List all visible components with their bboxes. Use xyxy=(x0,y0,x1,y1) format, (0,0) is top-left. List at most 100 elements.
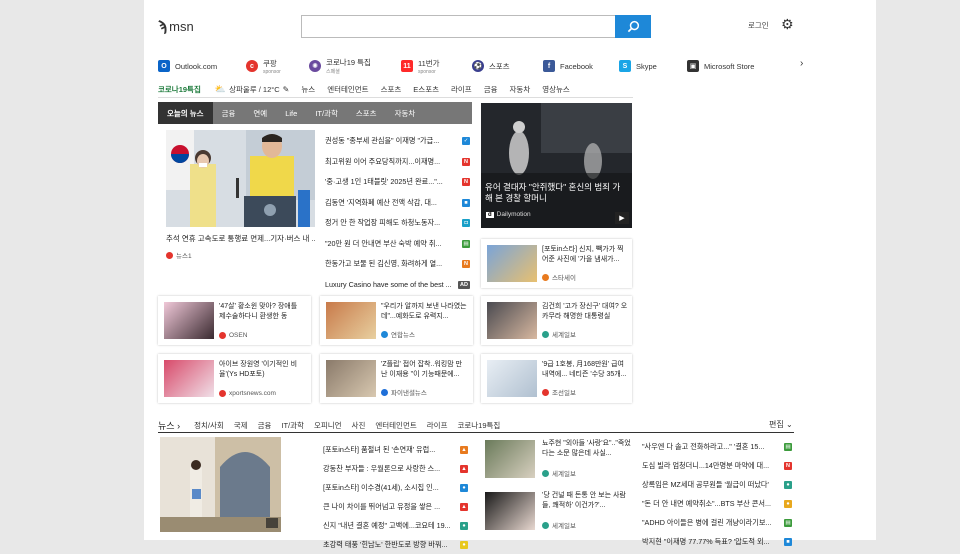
section-item-7[interactable]: 라이프 xyxy=(427,420,448,431)
press-briefing-photo xyxy=(166,130,315,227)
headline-row[interactable]: 권성동 "종부세 관심을" 이재명 "가급... ✓ xyxy=(325,131,470,152)
headline-row[interactable]: 한동가고 보물 된 김신영, 화려하게 열... N xyxy=(325,254,470,275)
headline-row[interactable]: [포토in스타] 이수경(41세), 소시집 인... ● xyxy=(323,478,468,497)
source-label: OSEN xyxy=(229,332,248,339)
nav-item-4[interactable]: 라이프 xyxy=(451,84,472,95)
quicklink-text: Microsoft Store xyxy=(704,62,754,71)
section-item-2[interactable]: 금융 xyxy=(258,420,272,431)
quicklink-5[interactable]: f Facebook xyxy=(543,60,593,72)
card-thumbnail xyxy=(326,302,376,339)
source-badge-icon: ✓ xyxy=(462,137,470,146)
quicklink-2[interactable]: ✺ 코로나19 특집 스페셜 xyxy=(309,57,371,75)
headline-row[interactable]: 큰 나이 차이를 뛰어넘고 유정을 쌓은 ... ▲ xyxy=(323,497,468,516)
quicklink-4[interactable]: ⚽ 스포츠 xyxy=(472,60,510,72)
hero-caption[interactable]: 추석 연휴 고속도로 통행료 면제...기자·버스 내 ... xyxy=(166,233,315,244)
headline-row[interactable]: 김동연 '지역화폐 예산 전액 삭감, 대... ■ xyxy=(325,193,470,214)
section-item-3[interactable]: IT/과학 xyxy=(281,420,304,431)
nav-item-3[interactable]: E스포츠 xyxy=(413,84,439,95)
search-icon xyxy=(627,20,639,33)
publisher-icon xyxy=(381,388,388,396)
headline-row[interactable]: "사우엔 다 솔고 전화하라고..." '결혼 15... ▤ xyxy=(642,437,792,456)
headline-row[interactable]: "20만 원 더 안내면 부산 숙박 예약 취... ▤ xyxy=(325,234,470,255)
quicklink-3[interactable]: 11 11번가 sponsor xyxy=(401,58,440,75)
topnav-items: 뉴스 엔터테인먼트 스포츠 E스포츠 라이프 금융 자동차 영상뉴스 xyxy=(301,84,581,95)
tab-0[interactable]: 오늘의 뉴스 xyxy=(158,102,213,124)
news-card[interactable]: 뇨주현 "외아들 '사랑'요".."죽었다는 소문 많은데 사실... 세계일보 xyxy=(482,437,632,485)
search-input[interactable] xyxy=(302,16,615,37)
covid-special-link[interactable]: 코로나19특집 xyxy=(158,84,201,95)
news-section-heading[interactable]: 뉴스 › xyxy=(158,419,180,432)
gear-icon[interactable]: ⚙ xyxy=(781,16,794,33)
tab-3[interactable]: Life xyxy=(276,102,306,124)
divider xyxy=(158,432,794,433)
card-title: 김건희 '고가 장신구' 대여? 오카무라 해명한 대통령실 xyxy=(542,303,628,320)
news-card[interactable]: 김건희 '고가 장신구' 대여? 오카무라 해명한 대통령실세계일보 xyxy=(481,296,632,345)
quicklink-0[interactable]: O Outlook.com xyxy=(158,60,217,72)
headline-row[interactable]: "ADHD 아이들은 병에 걸린 개냥이라기보... ▤ xyxy=(642,513,792,532)
section-item-4[interactable]: 오피니언 xyxy=(314,420,342,431)
dailymotion-icon: d xyxy=(486,211,494,218)
weather-widget[interactable]: ⛅ 상파울루 / 12°C ✎ xyxy=(215,84,290,95)
nav-item-0[interactable]: 뉴스 xyxy=(301,84,315,95)
news-card[interactable]: [포토in스타] 신지, 빽가가 찍어준 사진에 '가을 냄새가... 스타세이 xyxy=(481,239,632,288)
news-card[interactable]: "우리가 알까지 보낸 나라였는데"...예화도로 유력지... 연합뉴스 xyxy=(320,296,473,345)
tab-5[interactable]: 스포츠 xyxy=(347,102,386,124)
headline-row[interactable]: 강동찬 부자들 : 우월론으로 사랑한 스... ▲ xyxy=(323,459,468,478)
headline-row[interactable]: 상록임은 MZ세대 공무원들 '월급이 떠났다' ● xyxy=(642,475,792,494)
headline-list: 권성동 "종부세 관심을" 이재명 "가급... ✓ 최고위원 이어 주요당직까지.… xyxy=(325,131,470,295)
headline-row[interactable]: 신지 "내년 결혼 예정" 고백에...코요테 19... ● xyxy=(323,516,468,535)
tab-1[interactable]: 금융 xyxy=(213,102,245,124)
news-card[interactable]: 아이브 장원영 '이기적인 비율'(Ys HD포토) xportsnews.com xyxy=(158,354,311,403)
section-item-8[interactable]: 코로나19특집 xyxy=(457,420,500,431)
chevron-right-icon[interactable]: › xyxy=(800,58,803,69)
card-thumbnail xyxy=(164,360,214,397)
section-item-6[interactable]: 엔터테인먼트 xyxy=(375,420,416,431)
search-box[interactable] xyxy=(301,15,616,38)
news-card[interactable]: '당 건널 때 돈통 안 보는 사람들, 쾌적하' 이건가?'... 세계일보 xyxy=(482,489,632,537)
headline-row[interactable]: 도심 빌라 엄청더니...14만명분 마약에 대... N xyxy=(642,456,792,475)
nav-item-5[interactable]: 금융 xyxy=(484,84,498,95)
quicklink-sub: 스페셜 xyxy=(326,69,340,75)
video-source: d Dailymotion xyxy=(486,211,531,218)
edit-button[interactable]: 편집 ⌄ xyxy=(769,419,793,430)
quicklink-label: Skype xyxy=(636,61,657,71)
divider xyxy=(158,97,633,98)
hero-image[interactable] xyxy=(166,130,315,227)
bottom-hero-image[interactable] xyxy=(160,437,281,532)
card-source: 세계일보 xyxy=(542,329,576,339)
msn-logo[interactable]: ϡ msn xyxy=(158,18,194,35)
section-item-5[interactable]: 사진 xyxy=(352,420,366,431)
news-card[interactable]: '9급 1호봉, 月168만원' 급여 내역에... 네티즌 '수당 35개..… xyxy=(481,354,632,403)
headline-row[interactable]: "돈 더 안 내면 예약취소"...BTS 부산 콘서... ● xyxy=(642,494,792,513)
tab-4[interactable]: IT/과학 xyxy=(306,102,347,124)
nav-item-7[interactable]: 영상뉴스 xyxy=(542,84,570,95)
virus-icon: ✺ xyxy=(309,60,321,72)
pencil-icon[interactable]: ✎ xyxy=(283,85,290,94)
quicklink-6[interactable]: S Skype xyxy=(619,60,657,72)
quicklink-7[interactable]: ▣ Microsoft Store xyxy=(687,60,754,72)
search-button[interactable] xyxy=(615,15,651,38)
headline-row[interactable]: [포토in스타] 품절녀 된 '손연재' 유럽... ▲ xyxy=(323,440,468,459)
headline-row[interactable]: 박지현 "이재명 77.77% 득표? '압도적 외... ■ xyxy=(642,532,792,551)
play-icon[interactable]: ▶ xyxy=(615,212,629,224)
login-link[interactable]: 로그인 xyxy=(748,20,769,31)
headline-row[interactable]: 초강력 태풍 '힌남노' 한반도로 방향 바꿔... ● xyxy=(323,535,468,554)
quicklink-1[interactable]: c 쿠팡 sponsor xyxy=(246,58,281,75)
card-thumbnail xyxy=(164,302,214,339)
news-card[interactable]: '47살' 황소윈 맞아? 장애틀 제수술하다니 환생한 동 OSEN xyxy=(158,296,311,345)
nav-item-2[interactable]: 스포츠 xyxy=(381,84,402,95)
section-item-1[interactable]: 국제 xyxy=(234,420,248,431)
headline-row[interactable]: Luxury Casino have some of the best ... A… xyxy=(325,275,470,296)
video-card[interactable]: 유어 결대자 "안쥐했다" 혼신의 범죄 가해 본 경찰 할머니 d Daily… xyxy=(481,103,632,228)
section-item-0[interactable]: 정치/사회 xyxy=(194,420,224,431)
headline-row[interactable]: '중·고생 1인 1태블릿' 2025년 완료..."... N xyxy=(325,172,470,193)
nav-item-6[interactable]: 자동차 xyxy=(510,84,531,95)
tab-6[interactable]: 자동차 xyxy=(386,102,425,124)
right-headline-list: "사우엔 다 솔고 전화하라고..." '결혼 15... ▤ 도심 빌라 엄청더니… xyxy=(642,437,792,551)
nav-item-1[interactable]: 엔터테인먼트 xyxy=(327,84,368,95)
headline-row[interactable]: 정거 안 한 작업장 피해도 하청노동자... ◘ xyxy=(325,213,470,234)
tab-2[interactable]: 연예 xyxy=(244,102,276,124)
headline-title: 강동찬 부자들 : 우월론으로 사랑한 스... xyxy=(323,463,441,473)
headline-row[interactable]: 최고위원 이어 주요당직까지...이재명... N xyxy=(325,152,470,173)
news-card[interactable]: 'Z플립' 접어 잡착..워킹맘 만난 이재용 "이 기능때문에... 파이낸셜뉴… xyxy=(320,354,473,403)
